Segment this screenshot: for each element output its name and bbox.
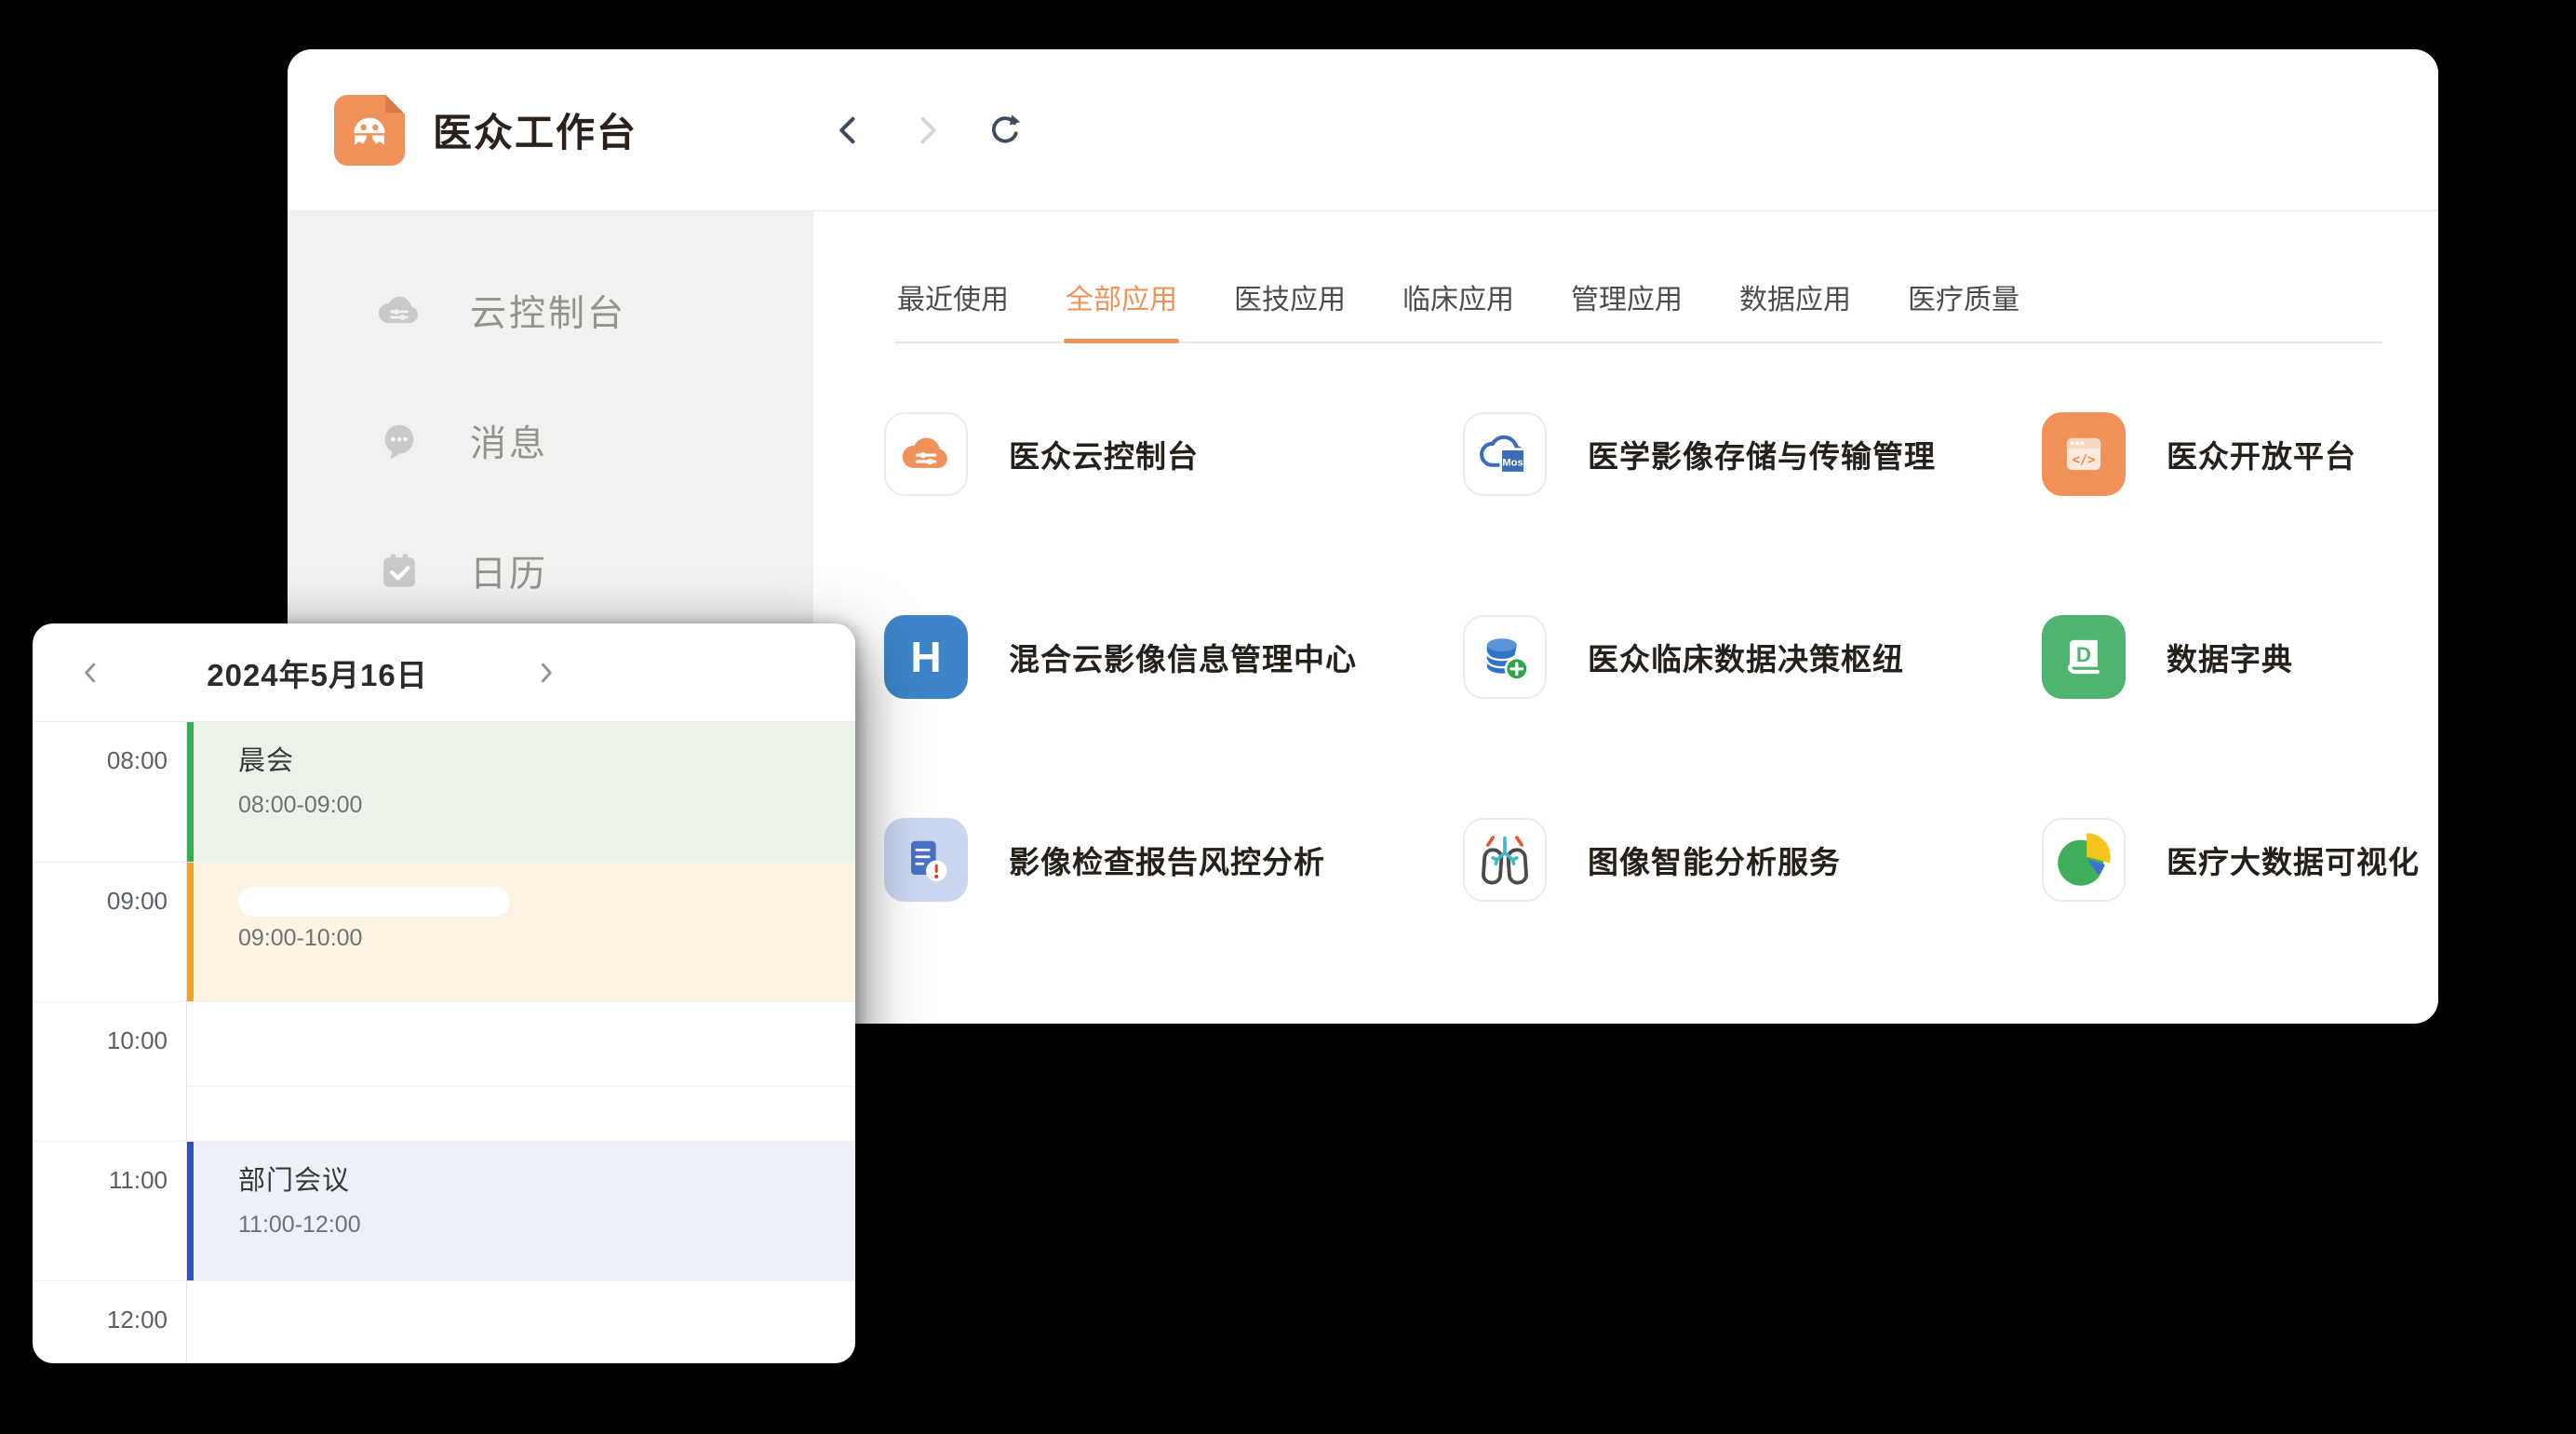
calendar-row-1200: 12:00 <box>33 1280 855 1363</box>
main-content: 最近使用 全部应用 医技应用 临床应用 管理应用 数据应用 医疗质量 <box>813 211 2438 1023</box>
window-header: 医众工作台 <box>288 49 2438 211</box>
message-icon <box>373 415 425 467</box>
chevron-left-icon <box>830 112 867 149</box>
calendar-slot[interactable]: 09:00-10:00 <box>186 863 855 1001</box>
calendar-row-1000: 10:00 <box>33 1001 855 1141</box>
calendar-slot[interactable] <box>186 1281 855 1363</box>
app-label: 图像智能分析服务 <box>1588 838 1841 882</box>
tab-medtech-apps[interactable]: 医技应用 <box>1232 276 1348 342</box>
calendar-next-day-button[interactable] <box>524 651 567 694</box>
h-letter: H <box>910 632 941 682</box>
sidebar-item-label: 消息 <box>470 415 548 467</box>
app-category-tabs: 最近使用 全部应用 医技应用 临床应用 管理应用 数据应用 医疗质量 <box>895 276 2382 343</box>
app-label: 医学影像存储与传输管理 <box>1588 432 1936 476</box>
sidebar-item-calendar[interactable]: 日历 <box>288 529 813 613</box>
nav-controls <box>827 49 1026 211</box>
sidebar-item-label: 日历 <box>470 545 548 597</box>
app-item-image-storage[interactable]: Mos 医学影像存储与传输管理 <box>1463 412 2042 496</box>
mos-badge-text: Mos <box>1502 457 1523 468</box>
calendar-day-view: 08:00 晨会 08:00-09:00 09:00 09:00-10:00 <box>33 722 855 1363</box>
time-label: 12:00 <box>33 1281 186 1363</box>
report-warning-icon <box>884 818 968 902</box>
tab-recently-used[interactable]: 最近使用 <box>895 276 1011 342</box>
chevron-right-icon <box>530 658 560 688</box>
calendar-header: 2024年5月16日 <box>33 623 855 722</box>
event-title: 晨会 <box>238 739 837 778</box>
tab-clinical-apps[interactable]: 临床应用 <box>1401 276 1516 342</box>
app-logo-icon <box>334 95 405 166</box>
calendar-slot[interactable]: 部门会议 11:00-12:00 <box>186 1142 855 1280</box>
app-label: 医疗大数据可视化 <box>2167 838 2420 882</box>
tab-data-apps[interactable]: 数据应用 <box>1737 276 1853 342</box>
database-plus-icon <box>1463 615 1547 699</box>
app-item-image-ai-analysis[interactable]: 图像智能分析服务 <box>1463 818 2042 902</box>
sidebar-item-cloud-console[interactable]: 云控制台 <box>288 269 813 353</box>
calendar-event-redacted[interactable]: 09:00-10:00 <box>187 863 855 1001</box>
apps-grid: 医众云控制台 Mos 医学影像存储与传输管理 <box>884 412 2438 902</box>
pie-chart-icon <box>2042 818 2126 902</box>
tab-management-apps[interactable]: 管理应用 <box>1569 276 1684 342</box>
tab-medical-quality[interactable]: 医疗质量 <box>1906 276 2021 342</box>
calendar-icon <box>373 545 425 597</box>
desktop-background: 医众工作台 <box>0 0 2576 1434</box>
event-time-range: 09:00-10:00 <box>238 925 837 952</box>
code-browser-icon: </> <box>2042 412 2126 496</box>
calendar-event-department-meeting[interactable]: 部门会议 11:00-12:00 <box>187 1142 855 1280</box>
app-item-data-dictionary[interactable]: D 数据字典 <box>2042 615 2438 699</box>
app-label: 混合云影像信息管理中心 <box>1009 635 1357 679</box>
time-label: 09:00 <box>33 863 186 1001</box>
calendar-row-0800: 08:00 晨会 08:00-09:00 <box>33 722 855 862</box>
calendar-slot[interactable] <box>186 1002 855 1141</box>
refresh-icon <box>986 112 1024 149</box>
chevron-right-icon <box>908 112 946 149</box>
tab-all-apps[interactable]: 全部应用 <box>1064 276 1179 342</box>
app-label: 数据字典 <box>2167 635 2293 679</box>
redacted-event-title <box>238 887 510 917</box>
cloud-console-icon <box>373 285 425 337</box>
app-label: 医众临床数据决策枢纽 <box>1588 635 1904 679</box>
app-item-open-platform[interactable]: </> 医众开放平台 <box>2042 412 2438 496</box>
half-hour-gridline <box>187 1086 855 1087</box>
forward-button[interactable] <box>906 109 948 152</box>
sidebar-item-messages[interactable]: 消息 <box>288 399 813 483</box>
dictionary-book-icon: D <box>2042 615 2126 699</box>
chevron-left-icon <box>76 658 106 688</box>
app-title: 医众工作台 <box>433 101 637 158</box>
app-item-report-risk-analysis[interactable]: 影像检查报告风控分析 <box>884 818 1463 902</box>
event-time-range: 11:00-12:00 <box>238 1212 837 1239</box>
calendar-event-morning-meeting[interactable]: 晨会 08:00-09:00 <box>187 722 855 862</box>
event-title: 部门会议 <box>238 1159 837 1198</box>
event-time-range: 08:00-09:00 <box>238 792 837 819</box>
code-glyph: </> <box>2072 453 2095 468</box>
time-label: 11:00 <box>33 1142 186 1280</box>
letter-h-icon: H <box>884 615 968 699</box>
cloud-sliders-icon <box>884 412 968 496</box>
lungs-icon <box>1463 818 1547 902</box>
calendar-slot[interactable]: 晨会 08:00-09:00 <box>186 722 855 862</box>
refresh-button[interactable] <box>984 109 1026 152</box>
time-label: 08:00 <box>33 722 186 862</box>
app-item-big-data-visualization[interactable]: 医疗大数据可视化 <box>2042 818 2438 902</box>
sidebar-item-label: 云控制台 <box>470 285 626 337</box>
app-item-clinical-data-hub[interactable]: 医众临床数据决策枢纽 <box>1463 615 2042 699</box>
app-label: 影像检查报告风控分析 <box>1009 838 1325 882</box>
calendar-prev-day-button[interactable] <box>70 651 113 694</box>
back-button[interactable] <box>827 109 870 152</box>
calendar-date: 2024年5月16日 <box>144 650 490 695</box>
calendar-panel: 2024年5月16日 08:00 晨会 08:00-09:00 09:00 <box>33 623 855 1363</box>
app-item-cloud-console[interactable]: 医众云控制台 <box>884 412 1463 496</box>
app-label: 医众云控制台 <box>1009 432 1199 476</box>
app-label: 医众开放平台 <box>2167 432 2356 476</box>
app-item-hybrid-cloud-center[interactable]: H 混合云影像信息管理中心 <box>884 615 1463 699</box>
time-label: 10:00 <box>33 1002 186 1141</box>
mos-cloud-icon: Mos <box>1463 412 1547 496</box>
calendar-row-0900: 09:00 09:00-10:00 <box>33 862 855 1001</box>
calendar-row-1100: 11:00 部门会议 11:00-12:00 <box>33 1141 855 1280</box>
d-letter: D <box>2076 643 2091 666</box>
